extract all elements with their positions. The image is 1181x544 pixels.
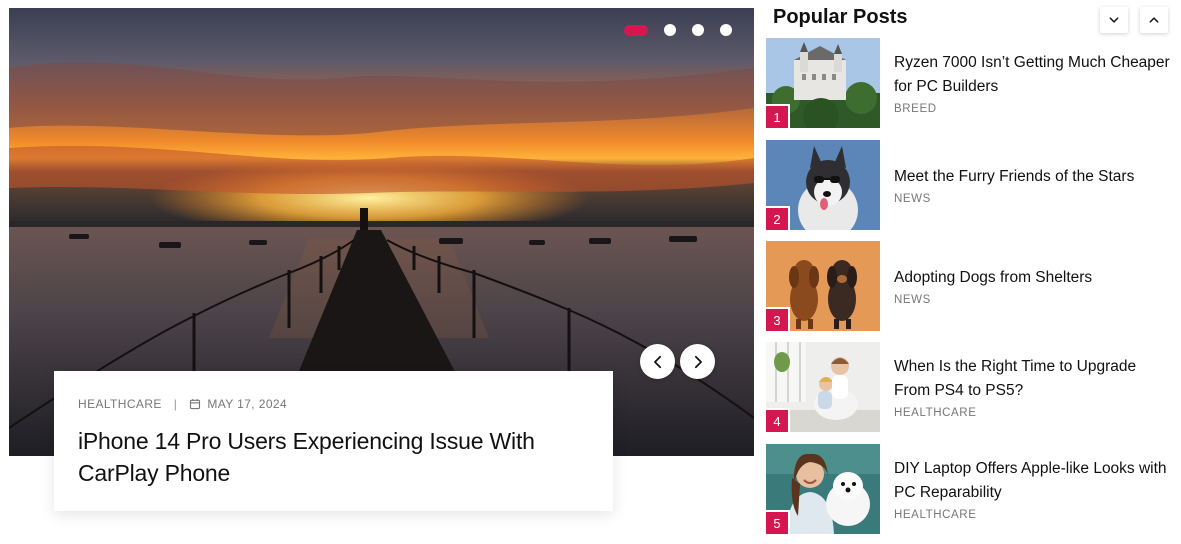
slider-dot-1[interactable] xyxy=(624,24,648,36)
slider-pagination xyxy=(624,24,732,36)
slider-dot-2[interactable] xyxy=(664,24,676,36)
popular-posts-heading: Popular Posts xyxy=(773,6,908,28)
post-title[interactable]: DIY Laptop Offers Apple-like Looks with … xyxy=(894,457,1174,505)
chevron-down-icon xyxy=(1109,17,1119,23)
post-title[interactable]: Ryzen 7000 Isn’t Getting Much Cheaper fo… xyxy=(894,51,1174,99)
popular-post-item[interactable]: 5 DIY Laptop Offers Apple-like Looks wit… xyxy=(766,444,1181,534)
popular-post-item[interactable]: 1 Ryzen 7000 Isn’t Getting Much Cheaper … xyxy=(766,38,1181,128)
post-date: MAY 17, 2024 xyxy=(207,397,288,411)
post-title[interactable]: Adopting Dogs from Shelters xyxy=(894,266,1174,290)
featured-caption-card: HEALTHCARE | MAY 17, 2024 iPhone 14 Pro … xyxy=(54,371,613,511)
post-rank-badge: 2 xyxy=(766,206,790,230)
popular-post-item[interactable]: 4 When Is the Right Time to Upgrade From… xyxy=(766,342,1181,432)
popular-post-item[interactable]: 3 Adopting Dogs from Shelters NEWS xyxy=(766,241,1181,331)
post-category[interactable]: NEWS xyxy=(894,294,1174,306)
post-category-link[interactable]: HEALTHCARE xyxy=(78,397,162,411)
post-rank-badge: 5 xyxy=(766,510,790,534)
slider-dot-3[interactable] xyxy=(692,24,704,36)
post-category[interactable]: HEALTHCARE xyxy=(894,407,1174,419)
popular-posts-widget: Popular Posts 1 Ryzen 7000 Isn’t Getting… xyxy=(766,0,1181,544)
popular-prev-button[interactable] xyxy=(1140,7,1168,33)
post-category[interactable]: HEALTHCARE xyxy=(894,509,1174,521)
post-rank-badge: 3 xyxy=(766,307,790,331)
popular-post-item[interactable]: 2 Meet the Furry Friends of the Stars NE… xyxy=(766,140,1181,230)
post-rank-badge: 4 xyxy=(766,408,790,432)
chevron-up-icon xyxy=(1149,17,1159,23)
popular-next-button[interactable] xyxy=(1100,7,1128,33)
slider-prev-button[interactable] xyxy=(640,344,675,379)
post-meta: HEALTHCARE | MAY 17, 2024 xyxy=(78,397,589,411)
post-title[interactable]: When Is the Right Time to Upgrade From P… xyxy=(894,355,1174,403)
post-category[interactable]: NEWS xyxy=(894,193,1174,205)
post-title[interactable]: Meet the Furry Friends of the Stars xyxy=(894,165,1174,189)
featured-post-title[interactable]: iPhone 14 Pro Users Experiencing Issue W… xyxy=(78,425,589,489)
post-rank-badge: 1 xyxy=(766,104,790,128)
meta-separator: | xyxy=(173,397,178,411)
post-category[interactable]: BREED xyxy=(894,103,1174,115)
chevron-right-icon xyxy=(694,355,702,368)
slider-dot-4[interactable] xyxy=(720,24,732,36)
slider-next-button[interactable] xyxy=(680,344,715,379)
chevron-left-icon xyxy=(653,355,661,368)
calendar-icon xyxy=(190,399,201,410)
